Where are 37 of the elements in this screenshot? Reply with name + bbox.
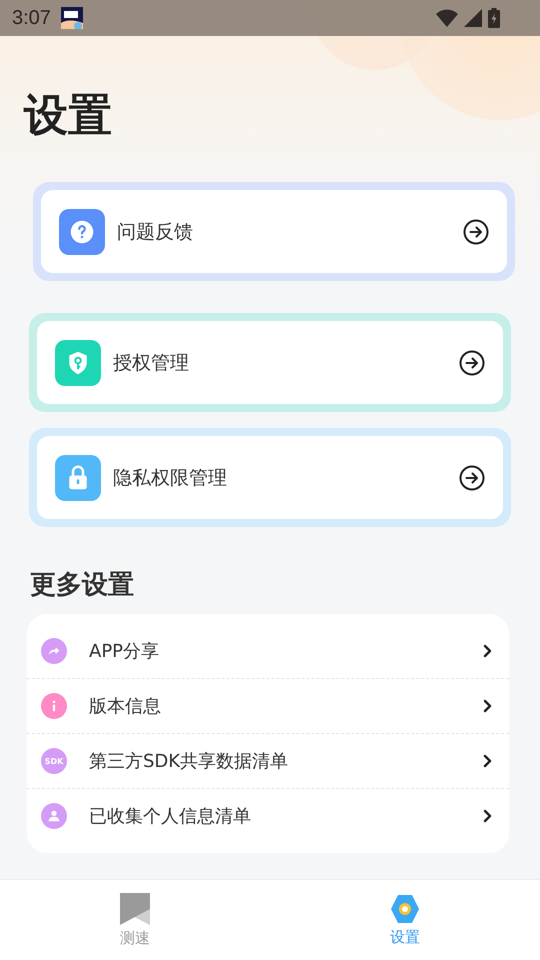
chevron-icon [483,644,493,658]
list-item[interactable]: 已收集个人信息清单 [27,788,509,843]
share-icon [41,638,67,664]
item-label: 已收集个人信息清单 [89,805,252,828]
bookmark-icon [120,892,150,924]
list-item[interactable]: 版本信息 [27,678,509,733]
item-label: 第三方SDK共享数据清单 [89,750,290,773]
info-icon [41,693,67,719]
wifi-icon [436,9,458,27]
settings-card[interactable]: 隐私权限管理 [37,436,503,519]
card-label: 问题反馈 [117,220,194,244]
settings-card[interactable]: 授权管理 [37,321,503,404]
card-label: 隐私权限管理 [113,466,228,490]
hexagon-icon [391,894,419,924]
sdk-icon: SDK [41,748,67,774]
app-notification-icon [60,7,83,29]
arrow-circle-icon [459,464,485,490]
auth-icon [55,340,101,386]
arrow-circle-icon [459,350,485,376]
chevron-icon [483,699,493,713]
section-heading: 更多设置 [30,569,135,602]
status-time: 3:07 [12,6,51,30]
signal-icon [464,9,482,27]
arrow-circle-icon [463,218,489,244]
item-label: APP分享 [89,640,160,663]
list-item[interactable]: APP分享 [27,624,509,678]
list-item[interactable]: SDK 第三方SDK共享数据清单 [27,733,509,788]
card-label: 授权管理 [113,350,190,376]
page-title: 设置 [24,90,113,142]
settings-card[interactable]: 问题反馈 [41,190,507,273]
person-icon [41,803,67,829]
item-label: 版本信息 [89,695,162,718]
feedback-icon [59,208,105,254]
chevron-icon [483,754,493,768]
battery-icon [488,8,500,28]
chevron-icon [483,809,493,823]
privacy-icon [55,454,101,500]
